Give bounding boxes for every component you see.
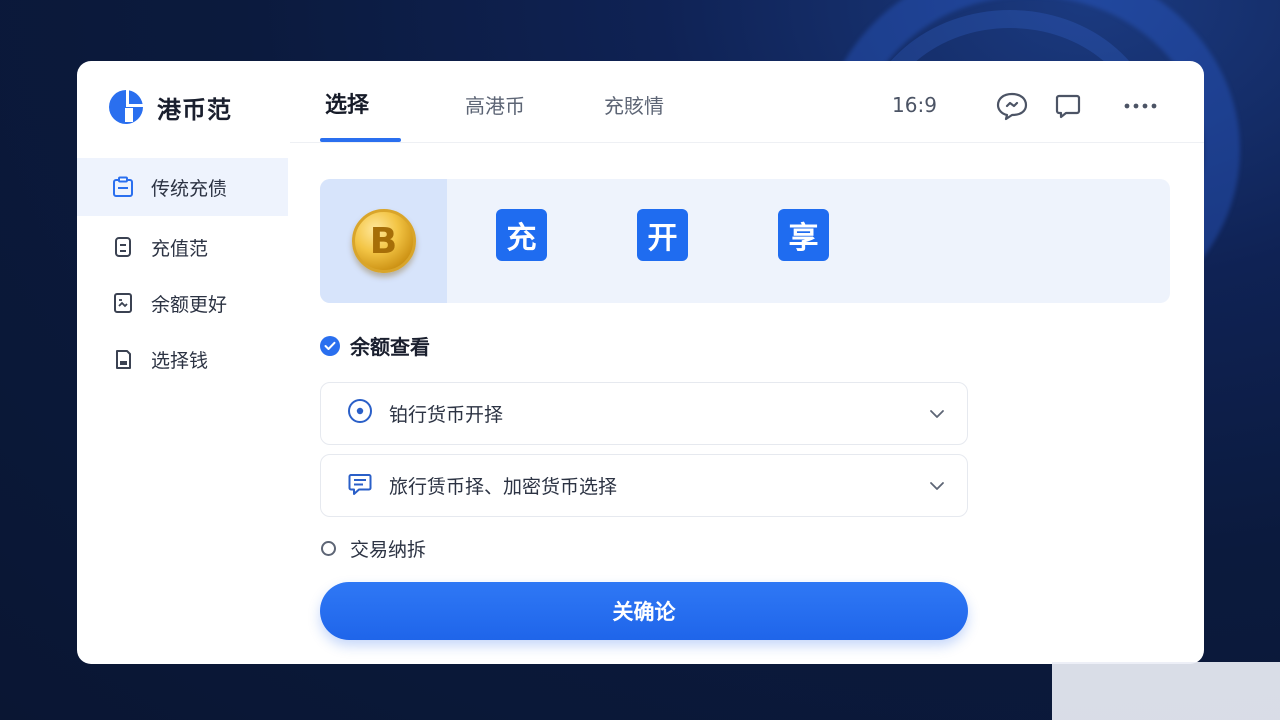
sidebar-item-label: 充值范 (151, 237, 209, 260)
chat-lines-icon (347, 470, 373, 501)
target-circle-icon (347, 398, 373, 429)
chat-bubble-icon[interactable] (995, 91, 1029, 121)
aspect-ratio-label[interactable]: 16:9 (892, 93, 937, 117)
chart-doc-icon (111, 291, 135, 315)
sidebar-item-label: 传统充债 (151, 177, 228, 200)
chevron-down-icon[interactable] (929, 405, 945, 427)
sidebar-item-traditional-recharge[interactable]: 传统充债 (77, 158, 288, 216)
select-label: 旅行赁币择、加密货币选择 (389, 476, 618, 498)
currency-select-dropdown[interactable]: 铂行货币开择 (320, 382, 968, 445)
transaction-radio-option[interactable]: 交易纳拆 (321, 535, 426, 562)
check-icon[interactable] (320, 335, 340, 356)
wallet-doc-icon (111, 347, 135, 371)
banner-tile-recharge[interactable]: 充 (496, 209, 547, 261)
watermark (1052, 662, 1280, 720)
radio-button[interactable] (321, 541, 336, 556)
tab-select[interactable]: 选择 (325, 89, 369, 123)
banner-tile-share[interactable]: 享 (778, 209, 829, 261)
travel-crypto-select-dropdown[interactable]: 旅行赁币择、加密货币选择 (320, 454, 968, 517)
header-divider (290, 142, 1204, 143)
radio-label: 交易纳拆 (350, 539, 427, 561)
more-icon[interactable] (1123, 91, 1157, 121)
tab-recharge-details[interactable]: 充賅情 (604, 89, 664, 123)
select-label: 铂行货币开择 (389, 404, 504, 426)
balance-check-heading[interactable]: 余额查看 (320, 331, 430, 360)
chevron-down-icon[interactable] (929, 477, 945, 499)
message-square-icon[interactable] (1051, 91, 1085, 121)
brand-logo-icon (109, 90, 143, 124)
brand-name: 港币范 (157, 95, 232, 124)
coin-symbol: B (369, 220, 398, 262)
app-window: 港币范 选择 高港币 充賅情 16:9 传统充债 充值范 余额更好 选择钱 B … (77, 61, 1204, 664)
device-icon (111, 235, 135, 259)
sidebar-item-label: 选择钱 (151, 349, 209, 372)
confirm-button[interactable]: 关确论 (320, 582, 968, 640)
feature-banner: B 充 开 享 (320, 179, 1170, 303)
tab-hkd[interactable]: 高港币 (465, 89, 525, 123)
bitcoin-coin-icon: B (351, 209, 416, 273)
sidebar-item-recharge[interactable]: 充值范 (77, 218, 288, 276)
sidebar-item-balance-better[interactable]: 余额更好 (77, 274, 288, 332)
banner-tile-open[interactable]: 开 (637, 209, 688, 261)
brand[interactable]: 港币范 (107, 88, 232, 126)
clipboard-icon (111, 175, 135, 199)
sidebar-item-select-money[interactable]: 选择钱 (77, 330, 288, 388)
sidebar-item-label: 余额更好 (151, 293, 228, 316)
coin-panel: B (320, 179, 447, 303)
section-title: 余额查看 (350, 335, 430, 359)
